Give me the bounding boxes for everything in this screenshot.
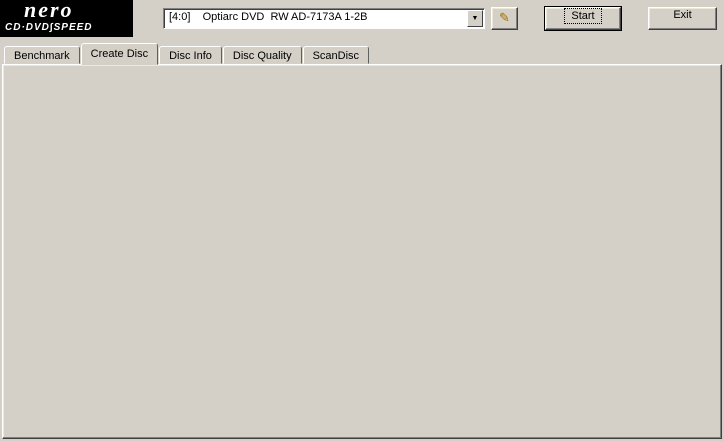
drive-select-value: [4:0] Optiarc DVD RW AD-7173A 1-2B bbox=[169, 11, 368, 23]
nero-logo-text: nero bbox=[24, 0, 74, 22]
start-button[interactable]: Start bbox=[544, 6, 622, 31]
cd-dvd-speed-logo-text: CD·DVD∫SPEED bbox=[5, 22, 93, 33]
tab-disc-quality[interactable]: Disc Quality bbox=[222, 46, 302, 64]
nero-logo: nero CD·DVD∫SPEED bbox=[0, 0, 133, 37]
tab-benchmark[interactable]: Benchmark bbox=[4, 46, 80, 64]
writing-hand-icon: ✎ bbox=[499, 10, 510, 25]
chevron-down-icon[interactable]: ▼ bbox=[467, 10, 483, 27]
drive-select[interactable]: [4:0] Optiarc DVD RW AD-7173A 1-2B ▼ bbox=[163, 8, 485, 29]
exit-button[interactable]: Exit bbox=[648, 7, 717, 30]
tab-disc-info[interactable]: Disc Info bbox=[159, 46, 222, 64]
tab-strip: Benchmark Create Disc Disc Info Disc Qua… bbox=[4, 43, 370, 65]
tab-create-disc[interactable]: Create Disc bbox=[80, 43, 159, 65]
write-options-button[interactable]: ✎ bbox=[491, 7, 518, 30]
tab-page-create-disc bbox=[2, 64, 722, 439]
nero-cd-dvd-speed-window: nero CD·DVD∫SPEED [4:0] Optiarc DVD RW A… bbox=[0, 0, 724, 441]
tab-scandisc[interactable]: ScanDisc bbox=[302, 46, 370, 64]
